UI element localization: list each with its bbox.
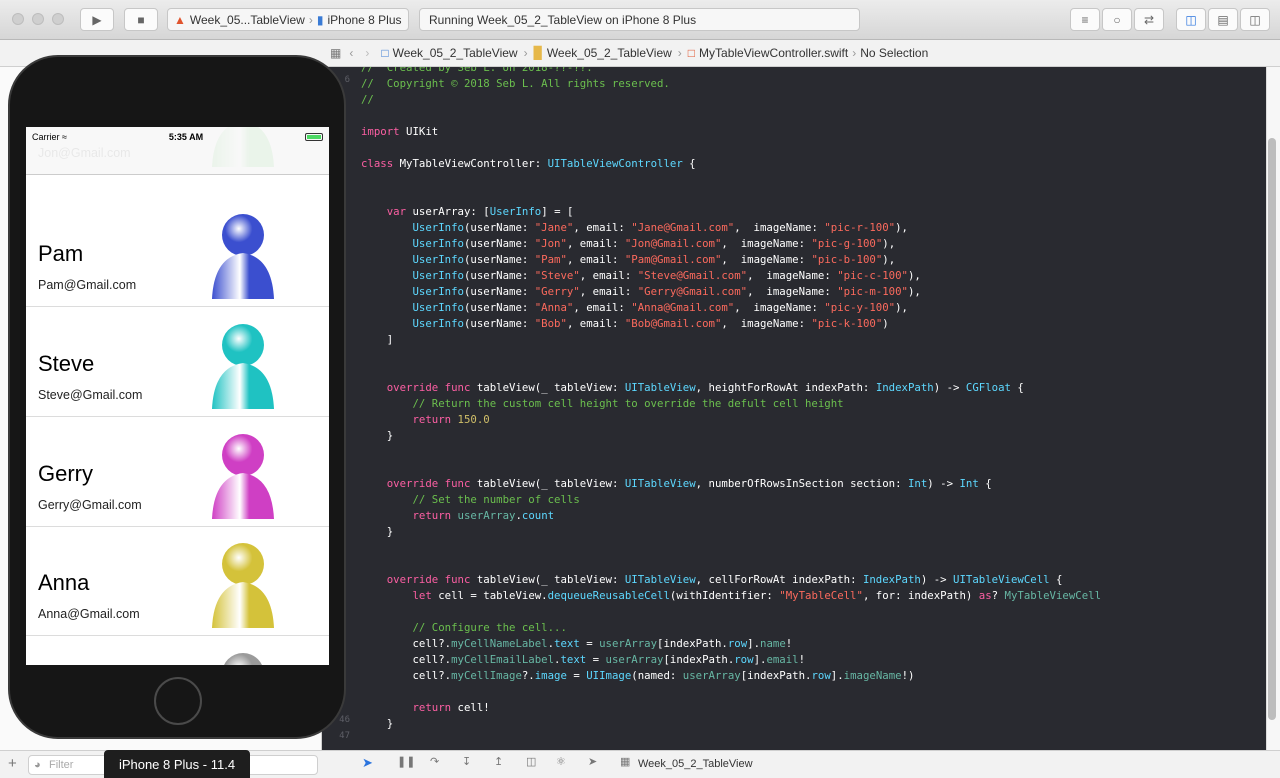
close-window-button[interactable]	[12, 13, 24, 25]
cell-name-label: Anna	[38, 570, 90, 595]
version-editor-button[interactable]: ⇄	[1134, 8, 1164, 31]
breakpoints-icon[interactable]: ➤	[362, 755, 373, 771]
navigator-toggle-icon: ◫	[1185, 12, 1197, 27]
step-out-icon[interactable]: ↥	[494, 755, 503, 768]
cell-name-label: Steve	[38, 351, 95, 376]
breadcrumb-project[interactable]: Week_05_2_TableView	[393, 46, 518, 60]
folder-icon: ▉	[533, 46, 543, 60]
window-toolbar: ▶ ■ ▲ Week_05...TableView › ▮ iPhone 8 P…	[0, 0, 1280, 40]
user-avatar-icon	[206, 323, 280, 409]
forward-arrow-icon[interactable]: ›	[365, 46, 369, 60]
standard-editor-button[interactable]: ≡	[1070, 8, 1100, 31]
scheme-device-label: iPhone 8 Plus	[327, 12, 402, 27]
table-row[interactable]: Anna Anna@Gmail.com	[26, 526, 329, 636]
stop-icon: ■	[137, 12, 145, 27]
step-over-icon[interactable]: ↷	[430, 755, 439, 768]
status-time: 5:35 AM	[168, 132, 204, 142]
assistant-editor-button[interactable]: ○	[1102, 8, 1132, 31]
table-row[interactable]	[26, 636, 329, 665]
filter-icon: ◕	[34, 759, 41, 771]
breadcrumb-file[interactable]: MyTableViewController.swift	[699, 46, 848, 60]
related-items-icon[interactable]: ▦	[330, 46, 341, 60]
chevron-right-icon: ›	[523, 46, 528, 60]
standard-editor-icon: ≡	[1081, 12, 1089, 27]
project-file-icon: □	[381, 46, 389, 60]
assistant-editor-icon: ○	[1113, 12, 1121, 27]
editor-scroll-thumb[interactable]	[1268, 138, 1276, 720]
cell-name-label: Gerry	[38, 461, 93, 486]
debug-toggle-icon: ▤	[1217, 12, 1229, 27]
cell-email-label: Anna@Gmail.com	[38, 607, 140, 621]
activity-viewer: Running Week_05_2_TableView on iPhone 8 …	[419, 8, 860, 31]
jump-bar: ▦ ‹ › □ Week_05_2_TableView › ▉ Week_05_…	[322, 40, 1280, 67]
swift-file-icon: □	[687, 46, 696, 60]
breadcrumb-selection[interactable]: No Selection	[860, 46, 928, 60]
scheme-icon: ▦	[620, 756, 631, 768]
user-avatar-icon	[206, 433, 280, 519]
device-icon: ▮	[316, 12, 324, 27]
simulator-screen[interactable]: Carrier ≈ 5:35 AM Jon@Gmail.comPamPam@Gm…	[26, 127, 329, 665]
table-row[interactable]: Pam Pam@Gmail.com	[26, 197, 329, 307]
continue-icon[interactable]: ❚❚	[397, 755, 415, 768]
debug-area-toggle-button[interactable]: ▤	[1208, 8, 1238, 31]
navigator-toggle-button[interactable]: ◫	[1176, 8, 1206, 31]
chevron-right-icon: ›	[677, 46, 682, 60]
minimize-window-button[interactable]	[32, 13, 44, 25]
memory-graph-icon[interactable]: ⚛	[556, 755, 566, 768]
location-icon[interactable]: ➤	[588, 755, 597, 768]
carrier-label: Carrier	[32, 132, 60, 142]
code-text[interactable]: // Created by Seb L. on 2018-??-??. // C…	[361, 67, 1101, 732]
status-bar: Carrier ≈ 5:35 AM	[26, 127, 329, 147]
scheme-target-label: Week_05...TableView	[189, 12, 305, 27]
add-icon[interactable]: +	[8, 755, 17, 772]
table-row[interactable]: Steve Steve@Gmail.com	[26, 307, 329, 417]
line-number: 47	[339, 731, 350, 741]
user-avatar-icon	[206, 652, 280, 665]
home-button[interactable]	[154, 677, 202, 725]
version-editor-icon: ⇄	[1143, 12, 1155, 27]
battery-icon	[304, 133, 323, 141]
simulator-device-label: iPhone 8 Plus - 11.4	[104, 750, 250, 778]
table-row[interactable]: Gerry Gerry@Gmail.com	[26, 417, 329, 527]
filter-placeholder: Filter	[49, 759, 74, 771]
app-target-icon: ▲	[174, 12, 186, 27]
source-editor[interactable]: 6 46 47 // Created by Seb L. on 2018-??-…	[322, 67, 1266, 750]
inspector-toggle-button[interactable]: ◫	[1240, 8, 1270, 31]
breadcrumb-group[interactable]: Week_05_2_TableView	[547, 46, 672, 60]
wifi-icon: ≈	[62, 132, 67, 142]
chevron-right-icon: ›	[308, 12, 313, 27]
run-button[interactable]: ▶	[80, 8, 114, 31]
back-arrow-icon[interactable]: ‹	[349, 46, 353, 60]
line-number: 46	[339, 715, 350, 725]
user-avatar-icon	[206, 542, 280, 628]
cell-email-label: Pam@Gmail.com	[38, 278, 137, 292]
zoom-window-button[interactable]	[52, 13, 64, 25]
scheme-selector[interactable]: ▲ Week_05...TableView › ▮ iPhone 8 Plus	[167, 8, 409, 31]
cell-name-label: Pam	[38, 241, 84, 266]
chevron-right-icon: ›	[852, 46, 857, 60]
user-avatar-icon	[206, 213, 280, 299]
inspector-toggle-icon: ◫	[1249, 12, 1261, 27]
step-in-icon[interactable]: ↧	[462, 755, 471, 768]
cell-email-label: Gerry@Gmail.com	[38, 498, 142, 512]
stop-button[interactable]: ■	[124, 8, 158, 31]
cell-email-label: Steve@Gmail.com	[38, 388, 143, 402]
activity-status-text: Running Week_05_2_TableView on iPhone 8 …	[429, 12, 697, 27]
view-debugger-icon[interactable]: ◫	[526, 755, 536, 768]
run-icon: ▶	[92, 12, 102, 27]
debug-scheme-label: Week_05_2_TableView	[638, 758, 753, 770]
